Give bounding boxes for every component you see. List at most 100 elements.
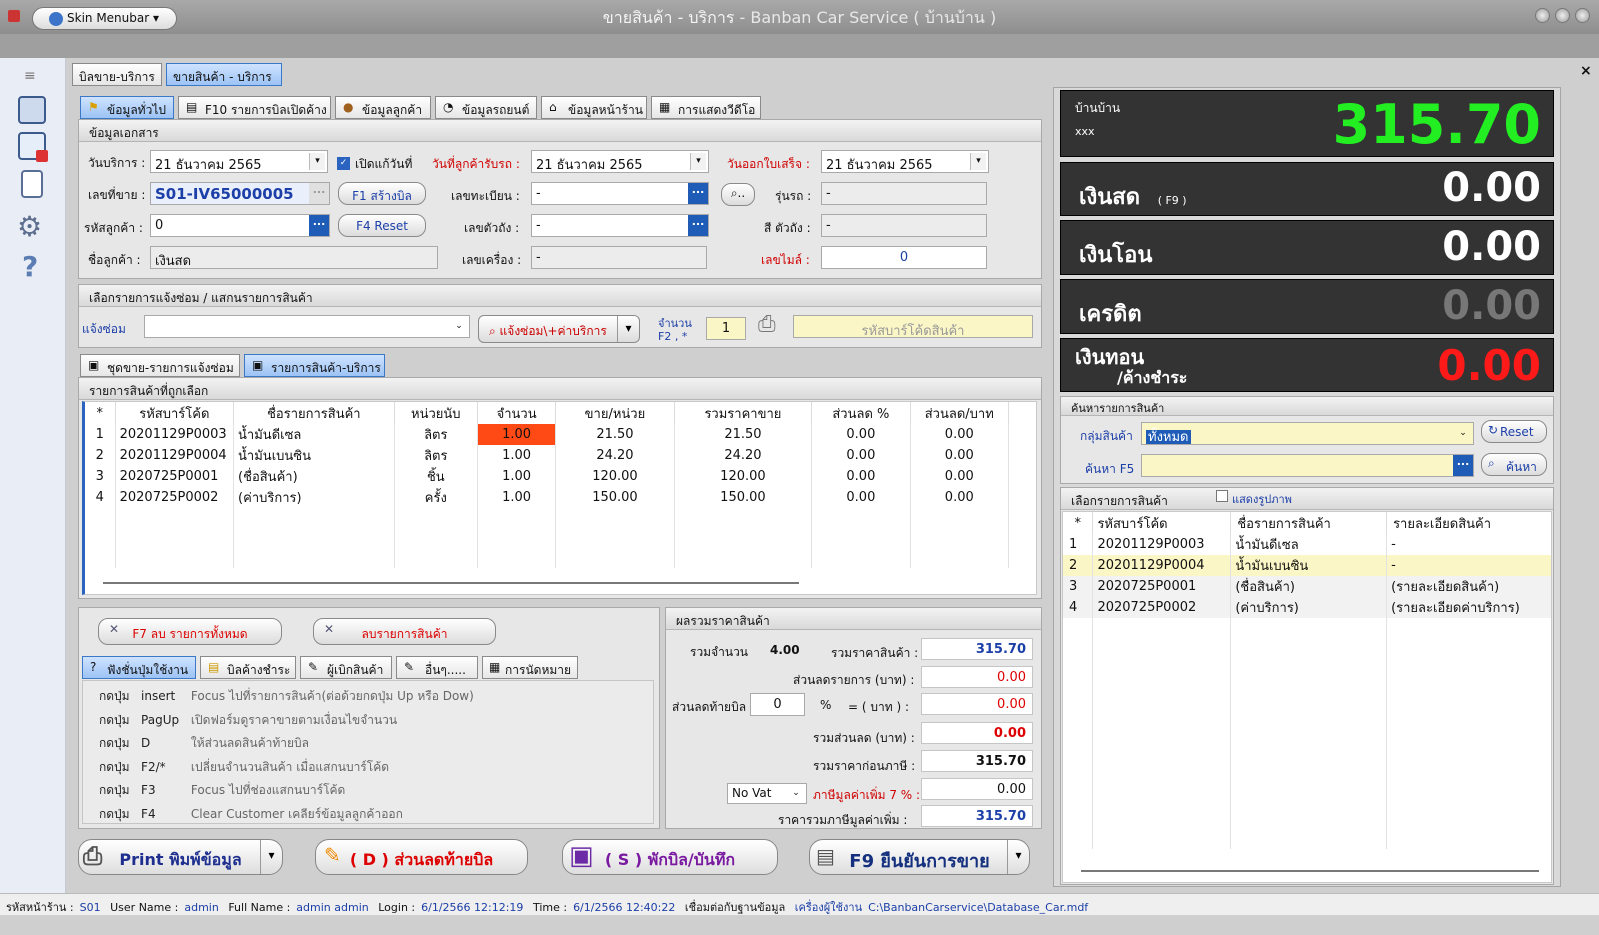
cell[interactable]: น้ำมันเบนซิน bbox=[233, 445, 395, 466]
hold-bill-button[interactable]: ▣( S ) พักบิล/บันทึก bbox=[562, 839, 778, 875]
cell[interactable]: 24.20 bbox=[555, 445, 675, 466]
tab-video[interactable]: การแสดงวีดีโอ ▦ bbox=[651, 96, 761, 119]
repair-combo[interactable]: ⌄ bbox=[144, 315, 470, 338]
cell[interactable]: 0.00 bbox=[811, 487, 911, 508]
delete-item-button[interactable]: ✕ ลบรายการสินค้า bbox=[313, 618, 496, 645]
cell[interactable]: 24.20 bbox=[674, 445, 813, 466]
calendar-icon[interactable]: ▾ bbox=[690, 153, 706, 170]
invoice-date-picker[interactable]: 21 ธันวาคม 2565 ▾ bbox=[821, 150, 989, 173]
print-button[interactable]: ⎙ Print พิมพ์ข้อมูล ▾ bbox=[78, 839, 283, 875]
cell[interactable]: 2020725P0001 bbox=[1092, 576, 1232, 597]
skin-menubar-button[interactable]: Skin Menubar ▾ bbox=[32, 7, 177, 30]
minimize-icon[interactable] bbox=[1535, 8, 1550, 23]
settings-icon[interactable]: ⚙ bbox=[17, 210, 42, 243]
tab-product-service[interactable]: รายการสินค้า-บริการ ▣ bbox=[244, 354, 385, 377]
cell[interactable]: 20201129P0003 bbox=[1092, 534, 1232, 555]
cash-display[interactable]: เงินสด ( F9 ) 0.00 bbox=[1060, 162, 1554, 216]
cell[interactable]: 4 bbox=[1063, 597, 1094, 618]
cell[interactable]: 0.00 bbox=[910, 487, 1010, 508]
col-detail[interactable]: รายละเอียดสินค้า bbox=[1386, 512, 1551, 534]
repair-service-button[interactable]: ⌕ แจ้งซ่อม\+ค่าบริการ ▾ bbox=[478, 315, 640, 343]
cell[interactable]: (ค่าบริการ) bbox=[1230, 597, 1388, 618]
service-date-picker[interactable]: 21 ธันวาคม 2565 ▾ bbox=[150, 150, 328, 173]
cell[interactable]: 20201129P0004 bbox=[1092, 555, 1232, 576]
col-unit[interactable]: หน่วยนับ bbox=[394, 402, 478, 424]
cell[interactable]: - bbox=[1386, 534, 1551, 555]
cell[interactable]: (ชื่อสินค้า) bbox=[233, 466, 395, 487]
list-item[interactable]: 1 20201129P0003 น้ำมันดีเซล - bbox=[1063, 534, 1551, 555]
col-qty[interactable]: จำนวน bbox=[477, 402, 557, 424]
cell[interactable]: 0.00 bbox=[910, 466, 1010, 487]
tab-customer-info[interactable]: ข้อมูลลูกค้า ● bbox=[335, 96, 431, 119]
table-row[interactable]: 4 2020725P0002 (ค่าบริการ) ครั้ง 1.00 150.00 1… bbox=[85, 487, 1010, 508]
cell[interactable]: 2 bbox=[85, 445, 116, 466]
dropdown-arrow-icon[interactable]: ▾ bbox=[1007, 840, 1029, 874]
plate-field[interactable]: -... bbox=[531, 182, 709, 205]
cell[interactable]: 1 bbox=[1063, 534, 1094, 555]
horizontal-scrollbar[interactable] bbox=[1081, 870, 1539, 872]
confirm-sale-button[interactable]: ▤ F9 ยืนยันการขาย ▾ bbox=[809, 839, 1030, 875]
cell[interactable]: 20201129P0004 bbox=[115, 445, 235, 466]
delete-all-button[interactable]: ✕ F7 ลบ รายการทั้งหมด bbox=[98, 618, 282, 645]
dropdown-arrow-icon[interactable]: ▾ bbox=[260, 840, 282, 874]
cell[interactable]: น้ำมันเบนซิน bbox=[1230, 555, 1388, 576]
hamburger-icon[interactable]: ≡ bbox=[24, 68, 42, 84]
cell[interactable]: (รายละเอียดสินค้า) bbox=[1386, 576, 1551, 597]
cell[interactable]: 2020725P0002 bbox=[1092, 597, 1232, 618]
browse-icon[interactable]: ... bbox=[1453, 455, 1473, 476]
cell[interactable]: 0.00 bbox=[811, 445, 911, 466]
close-tab-icon[interactable]: × bbox=[1580, 63, 1592, 79]
cell[interactable]: 150.00 bbox=[674, 487, 813, 508]
receive-date-picker[interactable]: 21 ธันวาคม 2565 ▾ bbox=[531, 150, 709, 173]
dropdown-arrow-icon[interactable]: ▾ bbox=[617, 316, 639, 342]
cell[interactable]: 1.00 bbox=[477, 445, 557, 466]
mileage-field[interactable]: 0 bbox=[821, 246, 987, 269]
reset-customer-button[interactable]: F4 Reset bbox=[338, 214, 426, 237]
credit-display[interactable]: เครดิต 0.00 bbox=[1060, 279, 1554, 334]
cell[interactable]: 0.00 bbox=[811, 466, 911, 487]
windows-icon[interactable] bbox=[18, 96, 46, 124]
show-image-checkbox[interactable] bbox=[1216, 490, 1228, 502]
cell[interactable]: 2020725P0001 bbox=[115, 466, 235, 487]
calendar-icon[interactable]: ▾ bbox=[309, 153, 325, 170]
cell[interactable]: 1 bbox=[85, 424, 116, 445]
help-icon[interactable]: ? bbox=[22, 250, 38, 283]
cell[interactable]: ครั้ง bbox=[394, 487, 478, 508]
col-barcode[interactable]: รหัสบาร์โค้ด bbox=[115, 402, 235, 424]
cell[interactable]: ลิตร bbox=[394, 445, 478, 466]
barcode-input[interactable]: รหัสบาร์โค้ดสินค้า bbox=[793, 315, 1033, 338]
tab-shop-info[interactable]: ข้อมูลหน้าร้าน ⌂ bbox=[541, 96, 647, 119]
cell[interactable]: (ชื่อสินค้า) bbox=[1230, 576, 1388, 597]
calendar-icon[interactable]: ▾ bbox=[970, 153, 986, 170]
find-input[interactable]: ... bbox=[1141, 454, 1474, 477]
close-icon[interactable] bbox=[1575, 8, 1590, 23]
cell[interactable]: 120.00 bbox=[555, 466, 675, 487]
fix-today-checkbox[interactable]: ✓ bbox=[337, 157, 350, 170]
browse-icon[interactable]: ... bbox=[688, 183, 708, 204]
qty-field[interactable]: 1 bbox=[706, 317, 746, 340]
tab-others[interactable]: อื่นๆ..... ✎ bbox=[396, 656, 478, 679]
tab-sales-bill[interactable]: บิลขาย-บริการ bbox=[72, 63, 162, 86]
list-item[interactable]: 2 20201129P0004 น้ำมันเบนซิน - bbox=[1063, 555, 1551, 576]
col-discount-pct[interactable]: ส่วนลด % bbox=[811, 402, 911, 424]
maximize-icon[interactable] bbox=[1555, 8, 1570, 23]
tab-sell-product[interactable]: ขายสินค้า - บริการ bbox=[166, 63, 282, 86]
cell[interactable]: 1.00 bbox=[477, 466, 557, 487]
col-unit-price[interactable]: ขาย/หน่วย bbox=[555, 402, 675, 424]
search-plate-button[interactable]: ⌕.. bbox=[721, 183, 755, 206]
search-reset-button[interactable]: ↻ Reset bbox=[1481, 420, 1547, 443]
sale-no-field[interactable]: S01-IV65000005... bbox=[150, 182, 330, 205]
tab-withdrawers[interactable]: ผู้เบิกสินค้า ✎ bbox=[300, 656, 392, 679]
col-discount-baht[interactable]: ส่วนลด/บาท bbox=[910, 402, 1010, 424]
group-select[interactable]: ทั้งหมด ⌄ bbox=[1141, 422, 1474, 445]
cell[interactable]: 20201129P0003 bbox=[115, 424, 235, 445]
cell[interactable]: - bbox=[1386, 555, 1551, 576]
tab-appointments[interactable]: การนัดหมาย ▦ bbox=[482, 656, 578, 679]
tab-unpaid-bills[interactable]: บิลค้างชำระ ▤ bbox=[200, 656, 296, 679]
cell[interactable]: 120.00 bbox=[674, 466, 813, 487]
cell[interactable]: ชิ้น bbox=[394, 466, 478, 487]
find-button[interactable]: ⌕ ค้นหา bbox=[1481, 453, 1547, 476]
cell[interactable]: (รายละเอียดค่าบริการ) bbox=[1386, 597, 1551, 618]
tab-hotkeys[interactable]: ฟังชั่นปุ่มใช้งาน? bbox=[82, 656, 196, 679]
bill-discount-button[interactable]: ✎( D ) ส่วนลดท้ายบิล bbox=[315, 839, 528, 875]
